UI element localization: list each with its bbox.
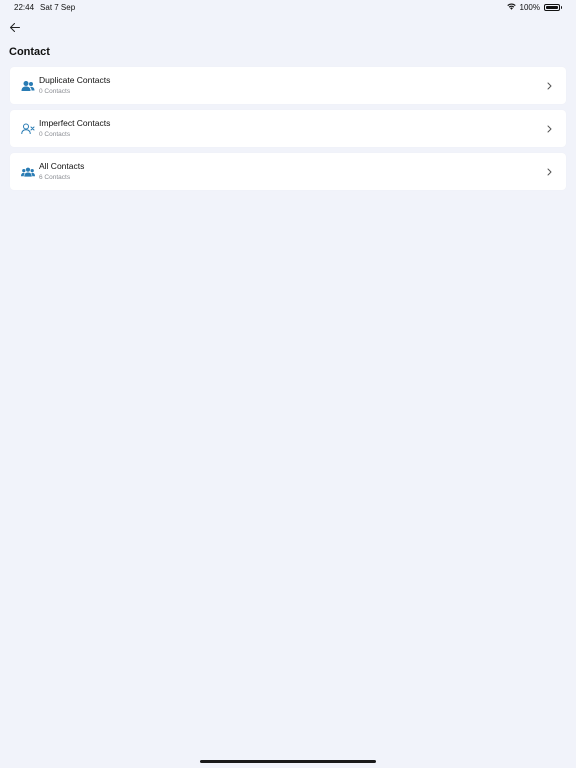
home-indicator[interactable] (200, 760, 376, 763)
status-right: 100% (506, 3, 562, 12)
user-x-icon (21, 122, 35, 136)
back-button[interactable] (7, 19, 23, 35)
item-title: Imperfect Contacts (39, 118, 111, 128)
battery-percent: 100% (519, 3, 540, 12)
wifi-icon (506, 3, 516, 12)
list-item-all-contacts[interactable]: All Contacts 6 Contacts (10, 153, 566, 190)
item-subtitle: 0 Contacts (39, 88, 71, 95)
status-time: 22:44 (14, 3, 35, 12)
group-icon (21, 165, 35, 179)
item-title: Duplicate Contacts (39, 75, 111, 85)
item-title: All Contacts (39, 161, 85, 171)
list-item-duplicate-contacts[interactable]: Duplicate Contacts 0 Contacts (10, 67, 566, 104)
list-item-imperfect-contacts[interactable]: Imperfect Contacts 0 Contacts (10, 110, 566, 147)
chevron-right-icon (545, 81, 553, 91)
battery-icon (544, 4, 562, 11)
status-bar: 22:44 Sat 7 Sep 100% (0, 0, 576, 14)
users-icon (21, 79, 35, 93)
status-left: 22:44 Sat 7 Sep (14, 3, 75, 12)
contact-list: Duplicate Contacts 0 Contacts Imperfect … (10, 67, 566, 196)
chevron-right-icon (545, 167, 553, 177)
status-date: Sat 7 Sep (40, 3, 76, 12)
item-subtitle: 0 Contacts (39, 131, 71, 138)
chevron-right-icon (545, 124, 553, 134)
item-subtitle: 6 Contacts (39, 174, 71, 181)
arrow-left-icon (10, 22, 20, 32)
page-title: Contact (9, 46, 50, 58)
